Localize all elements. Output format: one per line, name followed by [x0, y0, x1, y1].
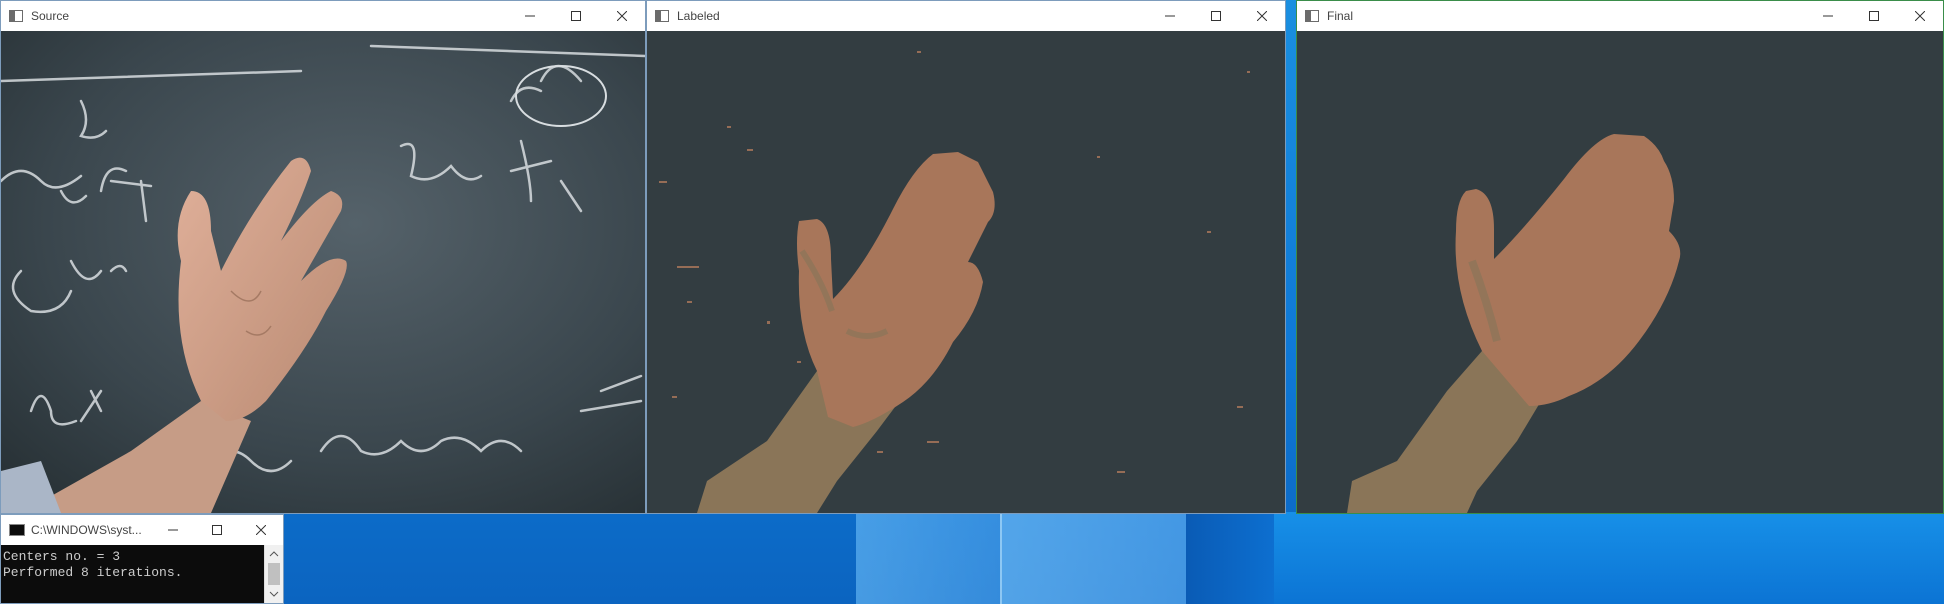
source-titlebar[interactable]: Source	[1, 1, 645, 31]
close-icon	[1257, 11, 1267, 21]
wallpaper-dark-strip	[1186, 512, 1274, 604]
labeled-window[interactable]: Labeled	[646, 0, 1286, 514]
minimize-icon	[168, 529, 178, 531]
minimize-icon	[525, 15, 535, 17]
maximize-button[interactable]	[553, 1, 599, 31]
console-scrollbar[interactable]	[264, 545, 283, 603]
scroll-thumb[interactable]	[268, 563, 280, 585]
close-icon	[256, 525, 266, 535]
console-titlebar[interactable]: C:\WINDOWS\syst...	[1, 515, 283, 545]
scroll-up-icon	[269, 551, 279, 557]
segmentation-labeled	[647, 31, 1285, 513]
close-button[interactable]	[1239, 1, 1285, 31]
console-icon	[9, 524, 25, 536]
source-window[interactable]: Source	[0, 0, 646, 514]
maximize-icon	[1869, 11, 1879, 21]
window-title: Source	[31, 9, 70, 23]
console-window[interactable]: C:\WINDOWS\syst... Centers no. = 3 Perfor…	[0, 514, 284, 604]
close-button[interactable]	[239, 515, 283, 545]
wallpaper-light-panel-2	[1000, 512, 1188, 604]
minimize-button[interactable]	[1805, 1, 1851, 31]
minimize-button[interactable]	[151, 515, 195, 545]
segmentation-final	[1297, 31, 1943, 513]
maximize-button[interactable]	[195, 515, 239, 545]
chalkboard-photo	[1, 31, 645, 513]
close-icon	[1915, 11, 1925, 21]
console-line: Performed 8 iterations.	[3, 565, 183, 580]
final-titlebar[interactable]: Final	[1297, 1, 1943, 31]
app-icon	[1305, 10, 1319, 22]
labeled-image	[647, 31, 1285, 513]
close-icon	[617, 11, 627, 21]
minimize-button[interactable]	[1147, 1, 1193, 31]
minimize-icon	[1165, 15, 1175, 17]
window-title: Labeled	[677, 9, 720, 23]
app-icon	[655, 10, 669, 22]
minimize-button[interactable]	[507, 1, 553, 31]
final-image	[1297, 31, 1943, 513]
console-output[interactable]: Centers no. = 3 Performed 8 iterations.	[1, 545, 265, 603]
console-line: Centers no. = 3	[3, 549, 121, 564]
close-button[interactable]	[599, 1, 645, 31]
maximize-icon	[212, 525, 222, 535]
final-window[interactable]: Final	[1296, 0, 1944, 514]
maximize-button[interactable]	[1851, 1, 1897, 31]
minimize-icon	[1823, 15, 1833, 17]
scroll-down-icon	[269, 591, 279, 597]
close-button[interactable]	[1897, 1, 1943, 31]
maximize-icon	[571, 11, 581, 21]
source-image	[1, 31, 645, 513]
window-title: Final	[1327, 9, 1354, 23]
maximize-button[interactable]	[1193, 1, 1239, 31]
maximize-icon	[1211, 11, 1221, 21]
app-icon	[9, 10, 23, 22]
window-title: C:\WINDOWS\syst...	[31, 523, 142, 537]
labeled-titlebar[interactable]: Labeled	[647, 1, 1285, 31]
wallpaper-right	[1274, 512, 1944, 604]
